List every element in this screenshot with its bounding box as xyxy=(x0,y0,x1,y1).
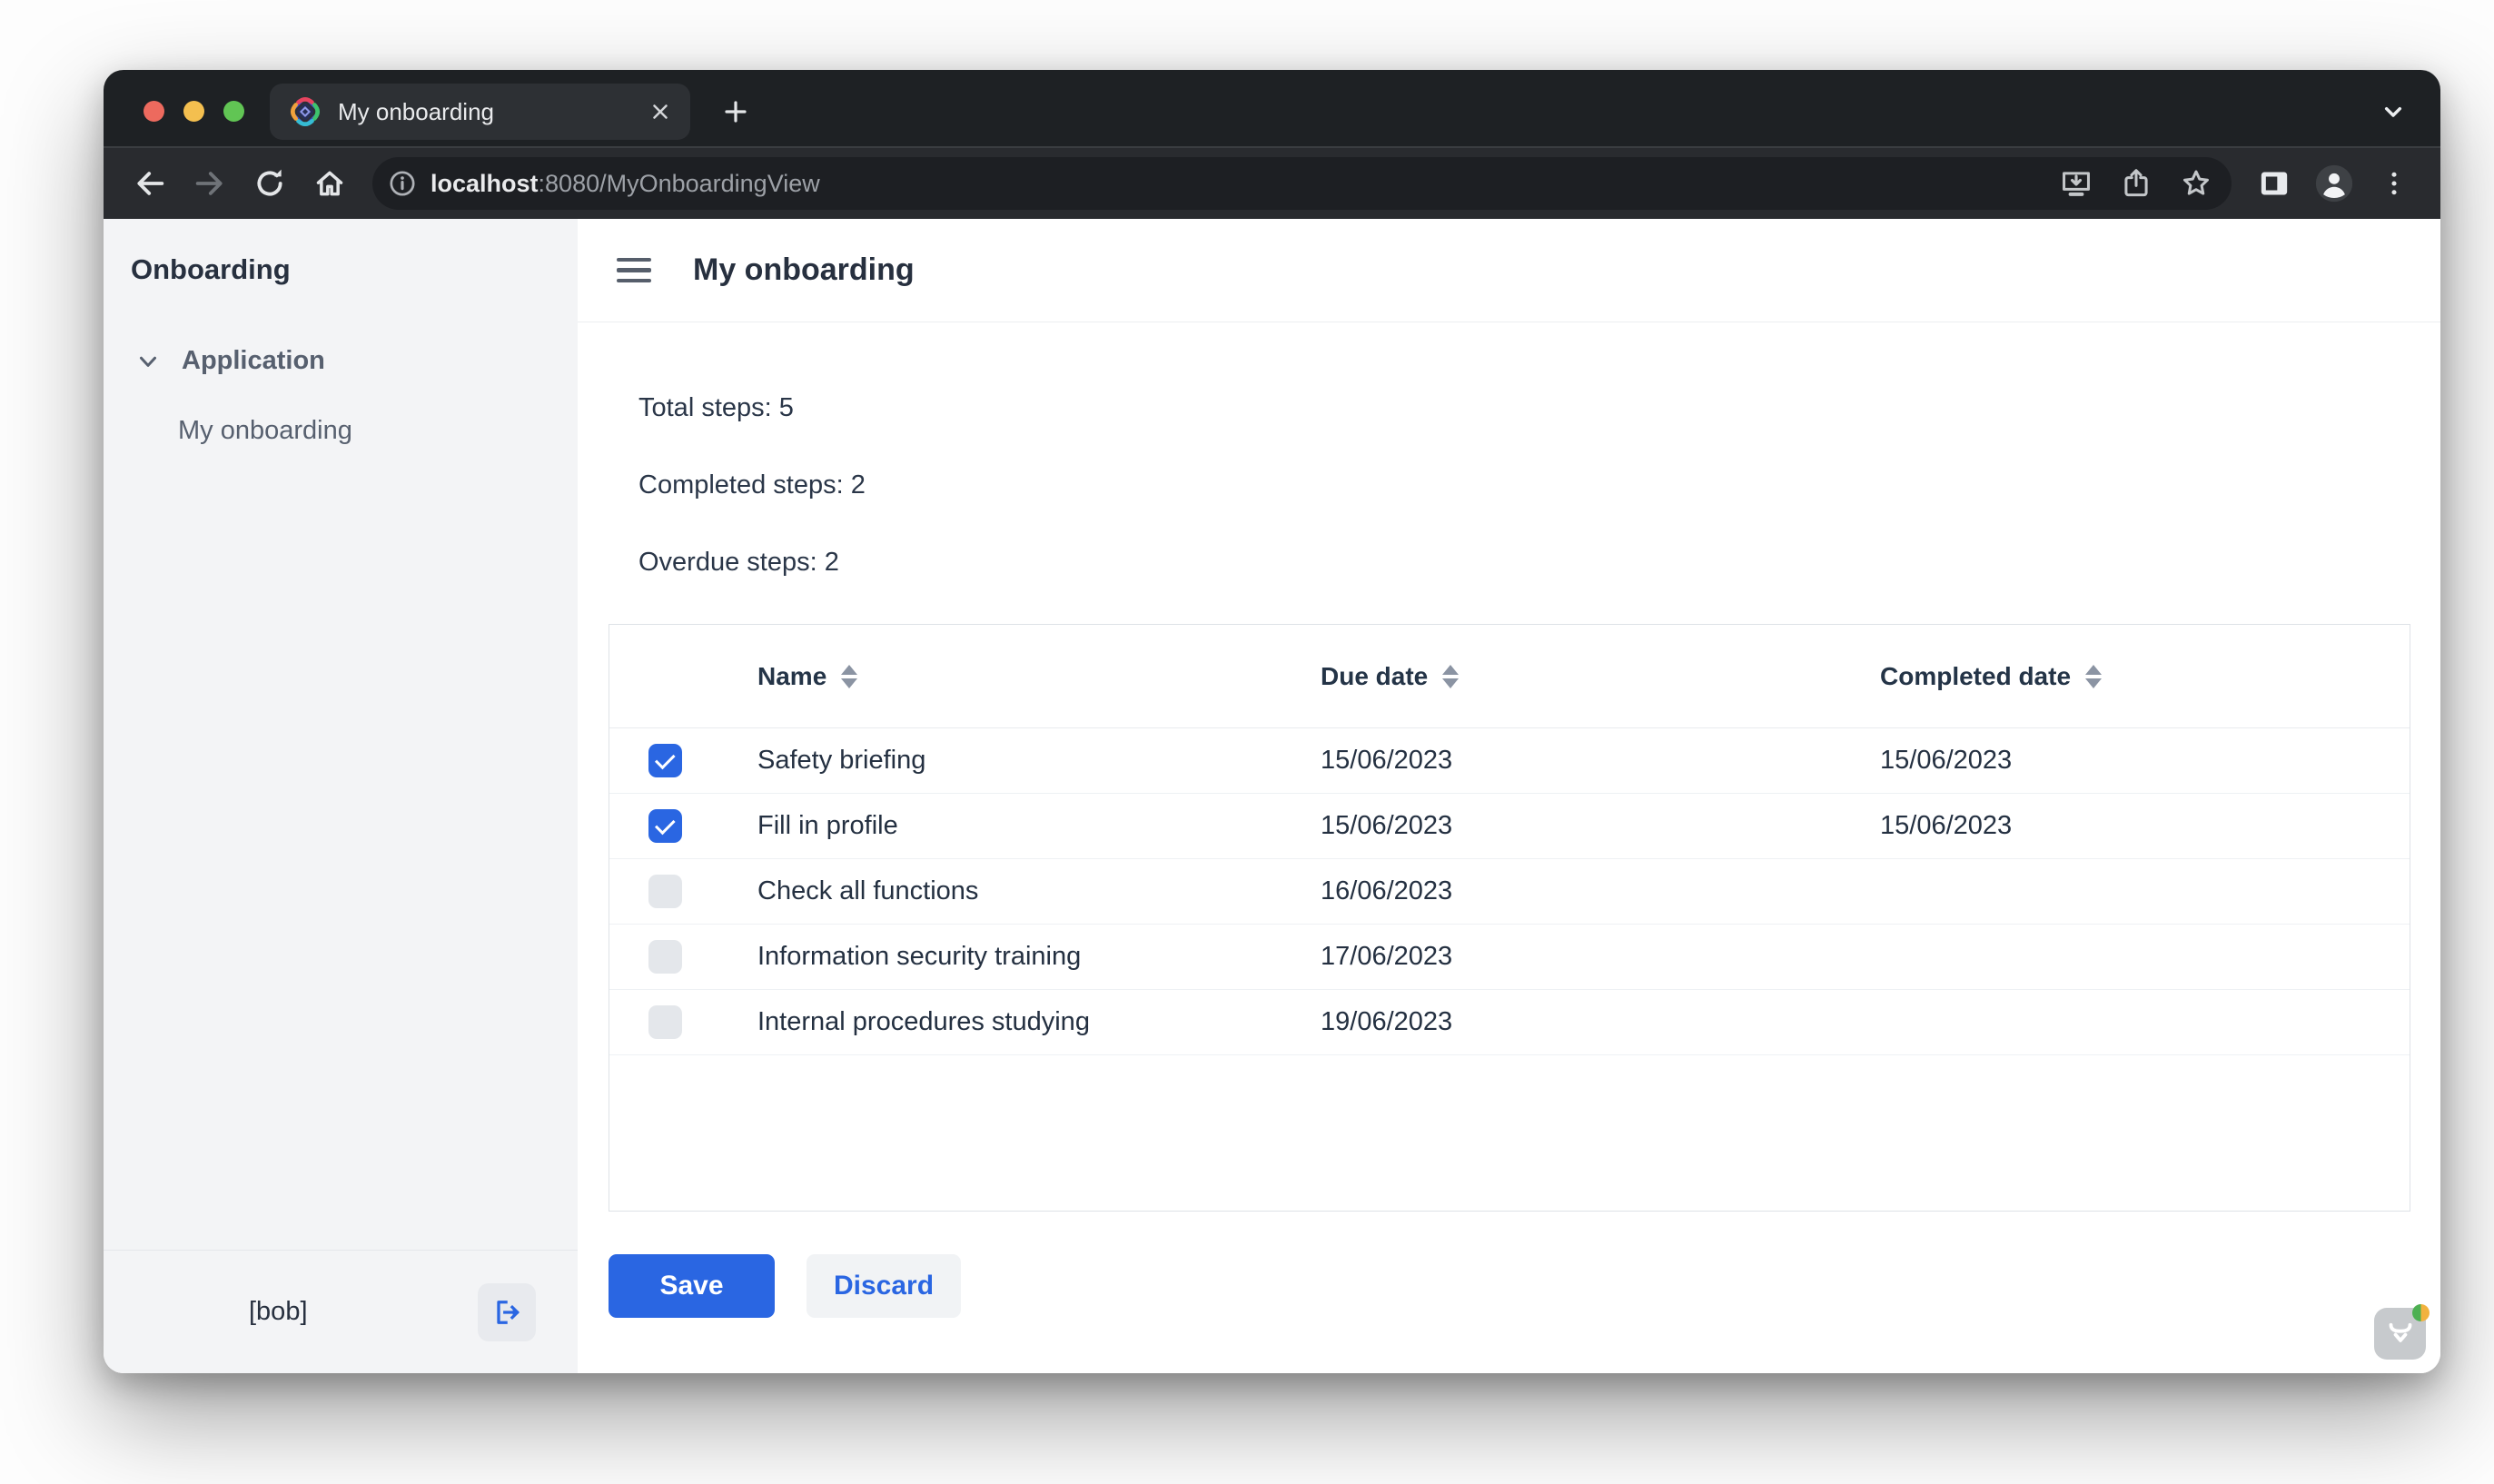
cell-checkbox xyxy=(609,1005,727,1039)
row-checkbox[interactable] xyxy=(648,940,682,974)
discard-button[interactable]: Discard xyxy=(807,1254,961,1318)
current-user-label: [bob] xyxy=(249,1297,308,1326)
back-arrow-icon[interactable] xyxy=(124,157,176,210)
row-checkbox[interactable] xyxy=(648,875,682,908)
cell-checkbox xyxy=(609,875,727,908)
save-button[interactable]: Save xyxy=(609,1254,775,1318)
cell-name: Fill in profile xyxy=(757,811,898,840)
vaadin-logo-icon xyxy=(2384,1318,2417,1350)
browser-tab[interactable]: My onboarding xyxy=(270,84,690,140)
page-content: Onboarding Application My onboarding [bo… xyxy=(104,219,2440,1373)
app-sidebar: Onboarding Application My onboarding [bo… xyxy=(104,219,578,1373)
sidebar-section-application[interactable]: Application xyxy=(134,346,578,376)
cell-due-date: 16/06/2023 xyxy=(1321,876,1453,905)
stat-completed-steps: Completed steps: 2 xyxy=(638,470,866,500)
install-app-icon[interactable] xyxy=(2050,157,2103,210)
sort-arrows-icon xyxy=(2085,664,2103,688)
column-label: Completed date xyxy=(1880,661,2072,690)
url-text: localhost:8080/MyOnboardingView xyxy=(431,170,2043,198)
share-icon[interactable] xyxy=(2110,157,2162,210)
site-info-icon[interactable] xyxy=(387,168,418,199)
cell-due-date: 19/06/2023 xyxy=(1321,1007,1453,1036)
stat-total-steps: Total steps: 5 xyxy=(638,393,794,422)
cell-checkbox xyxy=(609,809,727,843)
section-chevron-down-icon xyxy=(134,348,162,375)
browser-window: My onboarding localhost:8080/MyOnboardin… xyxy=(104,70,2440,1373)
profile-avatar-icon[interactable] xyxy=(2308,157,2360,210)
cell-name: Check all functions xyxy=(757,876,979,905)
table-row: Internal procedures studying 19/06/2023 xyxy=(609,990,2410,1055)
form-actions: Save Discard xyxy=(609,1254,2440,1318)
maximize-window-button[interactable] xyxy=(223,100,244,122)
view-header: My onboarding xyxy=(578,219,2440,322)
table-row: Information security training 17/06/2023 xyxy=(609,925,2410,990)
browser-toolbar: localhost:8080/MyOnboardingView xyxy=(104,146,2440,219)
tab-title: My onboarding xyxy=(338,97,494,125)
column-label: Name xyxy=(757,661,827,690)
onboarding-steps-table: Name Due date Completed date Safety brie… xyxy=(609,624,2410,1212)
address-bar[interactable]: localhost:8080/MyOnboardingView xyxy=(372,157,2232,210)
sort-arrows-icon xyxy=(1442,664,1460,688)
cell-name: Internal procedures studying xyxy=(757,1007,1090,1036)
kebab-menu-icon[interactable] xyxy=(2368,157,2420,210)
column-header-completed-date[interactable]: Completed date xyxy=(1850,662,2410,691)
cell-completed-date: 15/06/2023 xyxy=(1880,811,2013,840)
vaadin-favicon-icon xyxy=(288,94,322,129)
table-row: Fill in profile 15/06/2023 15/06/2023 xyxy=(609,794,2410,859)
close-window-button[interactable] xyxy=(144,100,164,122)
browser-tab-strip: My onboarding xyxy=(104,70,2440,146)
column-label: Due date xyxy=(1321,661,1429,690)
side-panel-icon[interactable] xyxy=(2248,157,2301,210)
row-checkbox[interactable] xyxy=(648,744,682,777)
column-header-due-date[interactable]: Due date xyxy=(1291,662,1850,691)
cell-completed-date: 15/06/2023 xyxy=(1880,746,2013,775)
logout-button[interactable] xyxy=(478,1282,536,1341)
row-checkbox[interactable] xyxy=(648,1005,682,1039)
sign-out-icon xyxy=(490,1296,523,1329)
drawer-toggle-button[interactable] xyxy=(617,257,651,283)
stats-block: Total steps: 5 Completed steps: 2 Overdu… xyxy=(578,322,2440,578)
stat-overdue-steps: Overdue steps: 2 xyxy=(638,548,839,577)
app-title: Onboarding xyxy=(131,253,291,285)
cell-due-date: 15/06/2023 xyxy=(1321,811,1453,840)
table-header-row: Name Due date Completed date xyxy=(609,625,2410,728)
vaadin-dev-tools-button[interactable] xyxy=(2374,1304,2430,1360)
window-controls xyxy=(144,100,244,122)
url-path: :8080/MyOnboardingView xyxy=(538,169,820,197)
cell-name: Safety briefing xyxy=(757,746,926,775)
new-tab-button[interactable] xyxy=(721,97,750,126)
url-host: localhost xyxy=(431,169,539,197)
cell-checkbox xyxy=(609,744,727,777)
cell-due-date: 15/06/2023 xyxy=(1321,746,1453,775)
desktop-background: My onboarding localhost:8080/MyOnboardin… xyxy=(0,0,2494,1484)
cell-due-date: 17/06/2023 xyxy=(1321,942,1453,971)
dev-tools-status-dot xyxy=(2412,1304,2430,1321)
tab-close-icon[interactable] xyxy=(648,100,672,124)
table-row: Safety briefing 15/06/2023 15/06/2023 xyxy=(609,728,2410,794)
table-row: Check all functions 16/06/2023 xyxy=(609,859,2410,925)
home-icon[interactable] xyxy=(303,157,356,210)
column-header-name[interactable]: Name xyxy=(727,662,1291,691)
row-checkbox[interactable] xyxy=(648,809,682,843)
tab-overflow-chevron-icon[interactable] xyxy=(2379,97,2408,126)
cell-checkbox xyxy=(609,940,727,974)
sidebar-item-my-onboarding[interactable]: My onboarding xyxy=(178,416,578,446)
cell-name: Information security training xyxy=(757,942,1082,971)
section-label: Application xyxy=(182,346,325,375)
main-view: My onboarding Total steps: 5 Completed s… xyxy=(578,219,2440,1373)
sort-arrows-icon xyxy=(841,664,858,688)
page-title: My onboarding xyxy=(693,252,915,287)
minimize-window-button[interactable] xyxy=(183,100,204,122)
bookmark-star-icon[interactable] xyxy=(2170,157,2222,210)
table-body: Safety briefing 15/06/2023 15/06/2023 Fi… xyxy=(609,728,2410,1055)
reload-icon[interactable] xyxy=(243,157,296,210)
sidebar-footer: [bob] xyxy=(104,1250,578,1373)
forward-arrow-icon[interactable] xyxy=(183,157,236,210)
